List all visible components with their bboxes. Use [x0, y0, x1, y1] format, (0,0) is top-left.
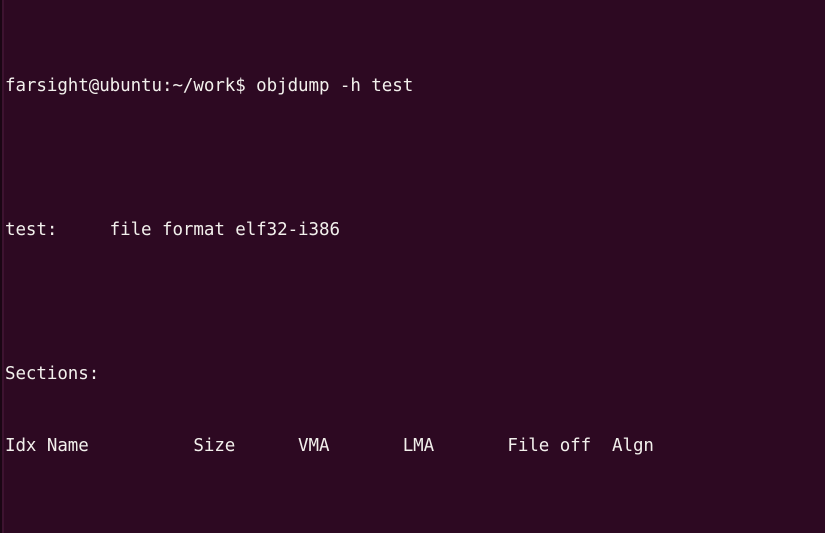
- prompt-command-line: farsight@ubuntu:~/work$ objdump -h test: [5, 76, 414, 96]
- terminal-screen[interactable]: farsight@ubuntu:~/work$ objdump -h test …: [0, 0, 825, 533]
- file-format-line: test: file format elf32-i386: [5, 220, 340, 240]
- section-table-header: Idx Name Size VMA LMA File off Algn: [5, 436, 654, 456]
- sections-label: Sections:: [5, 364, 100, 384]
- terminal-window[interactable]: farsight@ubuntu:~/work$ objdump -h test …: [0, 0, 825, 533]
- window-left-border-inner: [2, 0, 4, 533]
